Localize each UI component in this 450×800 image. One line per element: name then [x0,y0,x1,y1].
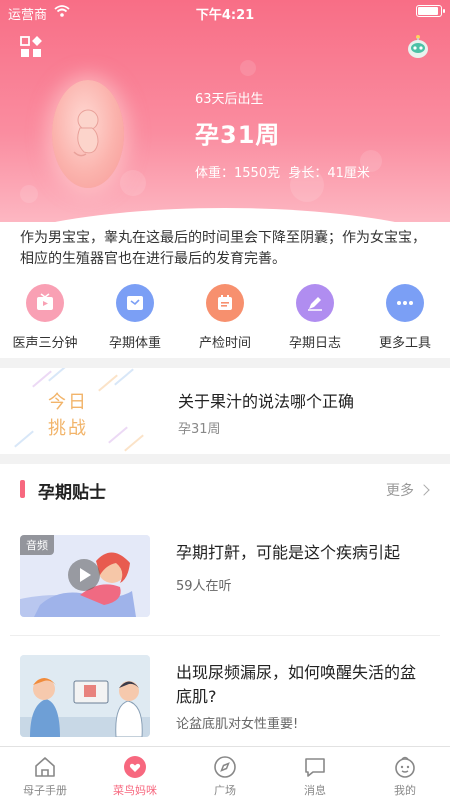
daily-challenge[interactable]: 今日 挑战 关于果汁的说法哪个正确 孕31周 [0,368,450,454]
article-listeners: 59人在听 [176,579,232,594]
stripe-decor [114,368,134,386]
stripe-decor [108,426,128,444]
tab-profile[interactable]: 我的 [360,747,450,800]
tab-messages[interactable]: 消息 [270,747,360,800]
tab-label: 我的 [394,784,416,797]
more-label: 更多 [386,483,414,499]
app-screen: 运营商 下午4:21 63天后出生 孕31周 体重：1550克 身长：41厘米 … [0,0,450,800]
article-subtitle: 论盆底肌对女性重要! [176,717,299,732]
article-title: 出现尿频漏尿，如何唤醒失活的盆底肌? [176,663,417,706]
heart-icon [124,756,146,778]
tool-label: 产检时间 [198,336,251,351]
calendar-icon [206,284,244,322]
article-thumbnail [20,655,150,737]
stripe-decor [48,368,68,382]
play-icon[interactable] [68,559,100,591]
tv-icon [26,284,64,322]
bottom-tab-bar: 母子手册 菜鸟妈咪 广场 消息 我的 [0,746,450,800]
status-time: 下午4:21 [195,8,255,23]
stripe-decor [14,430,34,448]
bokeh-decor [20,185,38,203]
bokeh-decor [240,60,256,76]
tab-label: 菜鸟妈咪 [113,784,157,797]
article-thumbnail: 音频 [20,535,150,617]
chevron-right-icon [418,484,430,496]
house-icon [35,757,55,777]
tool-more[interactable]: 更多工具 [360,284,450,358]
due-countdown: 63天后出生 [195,92,264,107]
tab-label: 广场 [214,784,236,797]
tool-label: 孕期体重 [108,336,161,351]
section-divider [0,454,450,464]
section-accent-bar [20,480,25,498]
challenge-badge-line1: 今日 [48,392,88,413]
tips-header: 孕期贴士 更多 [0,470,450,510]
challenge-question: 关于果汁的说法哪个正确 [178,392,355,411]
audio-badge: 音频 [20,535,54,555]
more-icon [386,284,424,322]
article-title: 孕期打鼾，可能是这个疾病引起 [176,543,401,562]
challenge-badge-line2: 挑战 [48,418,88,439]
tab-rookie-mom[interactable]: 菜鸟妈咪 [90,747,180,800]
tool-doctor-voice[interactable]: 医声三分钟 [0,284,90,358]
tool-label: 孕期日志 [288,336,341,351]
pen-icon [296,284,334,322]
tool-label: 更多工具 [378,336,431,351]
hero-curve [0,208,450,222]
tool-pregnancy-diary[interactable]: 孕期日志 [270,284,360,358]
week-description: 作为男宝宝，睾丸在这最后的时间里会下降至阴囊；作为女宝宝，相应的生殖器官也在进行… [20,230,426,267]
pregnancy-hero: 运营商 下午4:21 63天后出生 孕31周 体重：1550克 身长：41厘米 [0,0,450,222]
profile-icon [395,756,415,778]
fetus-icon [73,109,99,157]
tool-label: 医声三分钟 [12,336,78,351]
tool-pregnancy-weight[interactable]: 孕期体重 [90,284,180,358]
more-link[interactable]: 更多 [386,480,430,500]
section-divider [0,358,450,368]
apps-grid-icon[interactable] [20,36,42,58]
row-separator [10,635,440,636]
scale-icon [116,284,154,322]
section-title: 孕期贴士 [38,483,106,503]
pregnancy-week: 孕31周 [195,121,281,149]
tab-label: 消息 [304,784,326,797]
tool-checkup-time[interactable]: 产检时间 [180,284,270,358]
fetus-illustration [52,80,124,188]
article-item[interactable]: 音频 孕期打鼾，可能是这个疾病引起 59人在听 [0,535,450,645]
tab-square[interactable]: 广场 [180,747,270,800]
message-icon [305,758,325,777]
robot-assistant-icon[interactable] [406,34,430,60]
status-bar: 运营商 下午4:21 [0,0,450,24]
challenge-badge: 今日 挑战 [10,368,156,454]
compass-icon [214,756,236,778]
challenge-week: 孕31周 [178,422,221,437]
tab-handbook[interactable]: 母子手册 [0,747,90,800]
stripe-decor [124,434,144,452]
battery-icon [416,5,445,17]
doctor-consult-illustration [20,655,150,737]
tool-shortcuts: 医声三分钟 孕期体重 产检时间 孕期日志 更多工具 [0,284,450,358]
baby-stats: 体重：1550克 身长：41厘米 [195,166,370,181]
bokeh-decor [120,170,146,196]
tab-label: 母子手册 [23,784,67,797]
